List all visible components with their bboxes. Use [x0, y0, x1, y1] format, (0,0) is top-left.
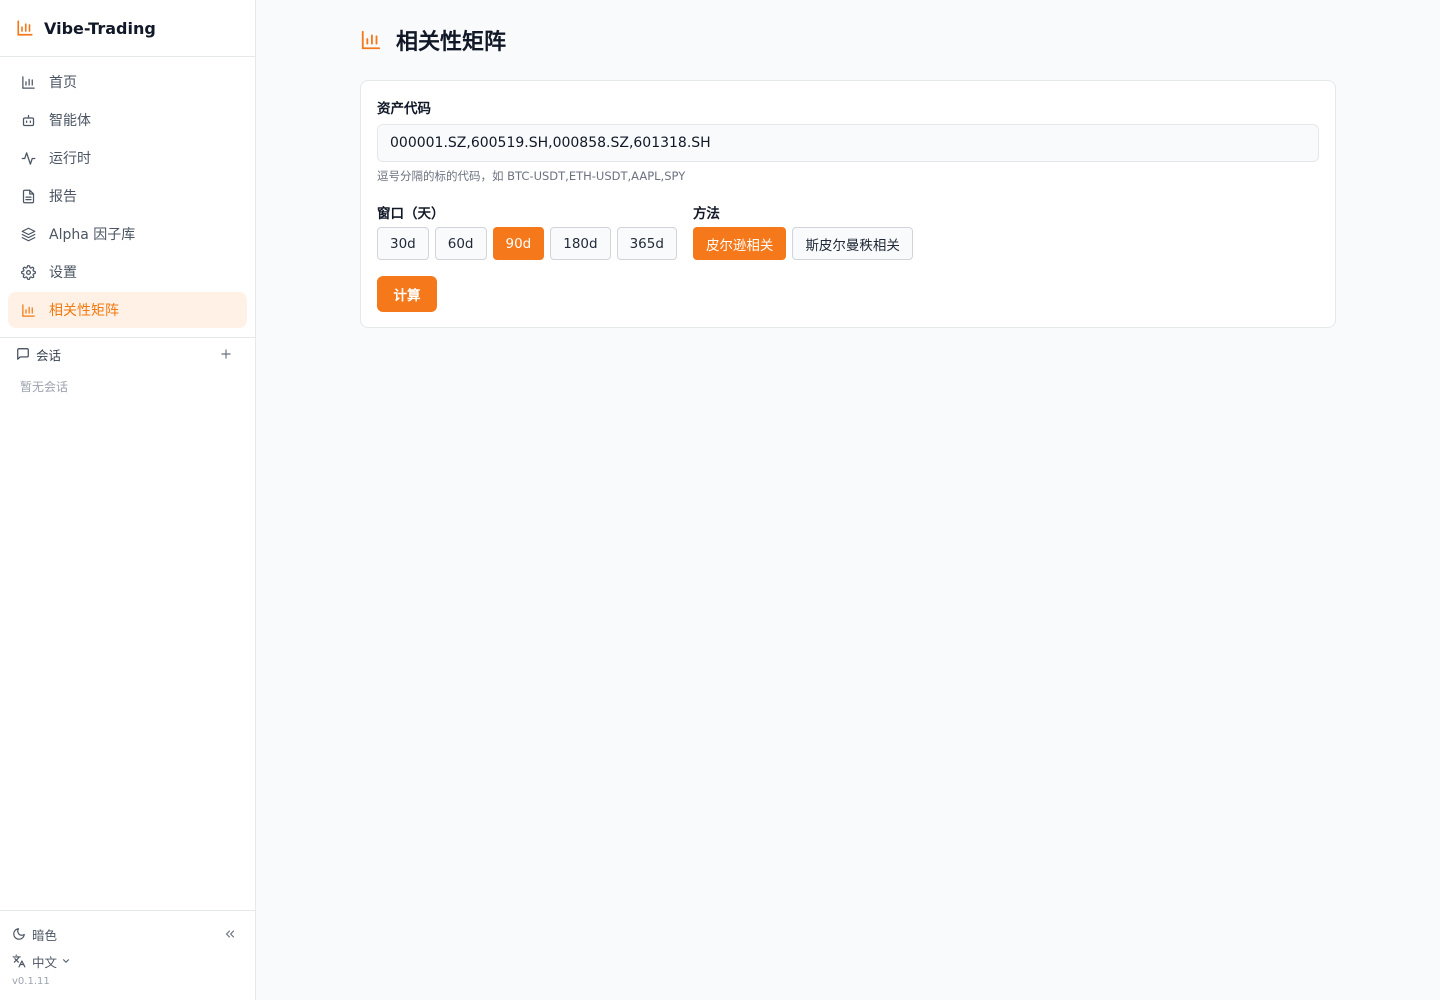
window-option-90d[interactable]: 90d — [492, 227, 545, 260]
languages-icon — [12, 954, 26, 968]
moon-icon — [13, 928, 25, 940]
sidebar-item-runtime[interactable]: 运行时 — [8, 140, 247, 176]
theme-toggle[interactable]: 暗色 — [12, 925, 243, 943]
sidebar-item-alpha[interactable]: Alpha 因子库 — [8, 216, 247, 252]
app-title: Vibe-Trading — [44, 18, 156, 38]
window-option-60d[interactable]: 60d — [434, 227, 487, 260]
bar-chart-icon — [22, 75, 35, 89]
sidebar-nav: 首页 智能体 运行时 报告 Alpha 因子库 设置 相关性矩阵 — [0, 57, 255, 338]
page-header: 相关性矩阵 — [360, 24, 506, 56]
window-label: 窗口（天） — [377, 206, 445, 222]
bar-chart-icon — [22, 303, 35, 317]
message-square-icon — [17, 348, 29, 360]
sidebar-item-label: 智能体 — [49, 113, 91, 129]
window-option-180d[interactable]: 180d — [550, 227, 611, 260]
sidebar-item-label: 首页 — [49, 75, 77, 91]
sidebar-item-settings[interactable]: 设置 — [8, 254, 247, 290]
compute-button[interactable]: 计算 — [377, 276, 437, 312]
sidebar: Vibe-Trading 首页 智能体 运行时 报告 Alpha 因子库 设置 — [0, 0, 256, 1000]
bar-chart-icon — [361, 30, 381, 50]
language-label: 中文 — [32, 954, 58, 970]
layers-icon — [21, 227, 36, 241]
assets-hint: 逗号分隔的标的代码，如 BTC-USDT,ETH-USDT,AAPL,SPY — [377, 169, 686, 183]
main-content: 相关性矩阵 资产代码 逗号分隔的标的代码，如 BTC-USDT,ETH-USDT… — [256, 0, 1440, 1000]
sidebar-item-label: 相关性矩阵 — [49, 303, 119, 319]
method-group: 方法 皮尔逊相关 斯皮尔曼秩相关 — [692, 202, 913, 260]
sidebar-footer: 暗色 中文 v0.1.11 — [0, 910, 255, 1000]
sidebar-item-label: 报告 — [49, 189, 77, 205]
sidebar-item-home[interactable]: 首页 — [8, 64, 247, 100]
chevron-down-icon — [62, 959, 70, 963]
sidebar-item-agents[interactable]: 智能体 — [8, 102, 247, 138]
method-option-pearson[interactable]: 皮尔逊相关 — [692, 227, 787, 260]
options-row: 窗口（天） 30d 60d 90d 180d 365d 方法 皮尔逊相关 斯皮尔… — [377, 202, 1319, 260]
method-options: 皮尔逊相关 斯皮尔曼秩相关 — [692, 227, 913, 260]
sessions-empty: 暂无会话 — [20, 380, 69, 394]
page-title: 相关性矩阵 — [396, 30, 507, 55]
sidebar-item-label: 运行时 — [49, 151, 91, 167]
window-options: 30d 60d 90d 180d 365d — [377, 227, 677, 260]
correlation-form-card: 资产代码 逗号分隔的标的代码，如 BTC-USDT,ETH-USDT,AAPL,… — [360, 80, 1336, 328]
assets-input[interactable] — [377, 124, 1319, 162]
gear-icon — [21, 264, 36, 280]
sessions-title: 会话 — [36, 347, 62, 363]
activity-icon — [21, 151, 36, 165]
bar-chart-icon — [17, 20, 33, 36]
language-select[interactable]: 中文 — [12, 952, 243, 970]
plus-icon[interactable] — [219, 347, 233, 361]
sessions-header: 会话 — [0, 338, 255, 370]
assets-label: 资产代码 — [377, 101, 431, 117]
method-option-spearman[interactable]: 斯皮尔曼秩相关 — [792, 227, 913, 260]
sidebar-item-label: Alpha 因子库 — [49, 227, 136, 243]
sidebar-item-label: 设置 — [49, 265, 77, 281]
window-option-30d[interactable]: 30d — [377, 227, 429, 260]
chevrons-left-icon[interactable] — [223, 927, 237, 941]
sidebar-item-correlation[interactable]: 相关性矩阵 — [8, 292, 247, 328]
version-label: v0.1.11 — [12, 976, 50, 987]
brand[interactable]: Vibe-Trading — [0, 0, 255, 57]
window-group: 窗口（天） 30d 60d 90d 180d 365d — [377, 202, 677, 260]
method-label: 方法 — [692, 206, 720, 222]
window-option-365d[interactable]: 365d — [616, 227, 677, 260]
theme-label: 暗色 — [32, 927, 58, 943]
sidebar-item-reports[interactable]: 报告 — [8, 178, 247, 214]
file-text-icon — [22, 189, 35, 203]
bot-icon — [22, 114, 35, 126]
